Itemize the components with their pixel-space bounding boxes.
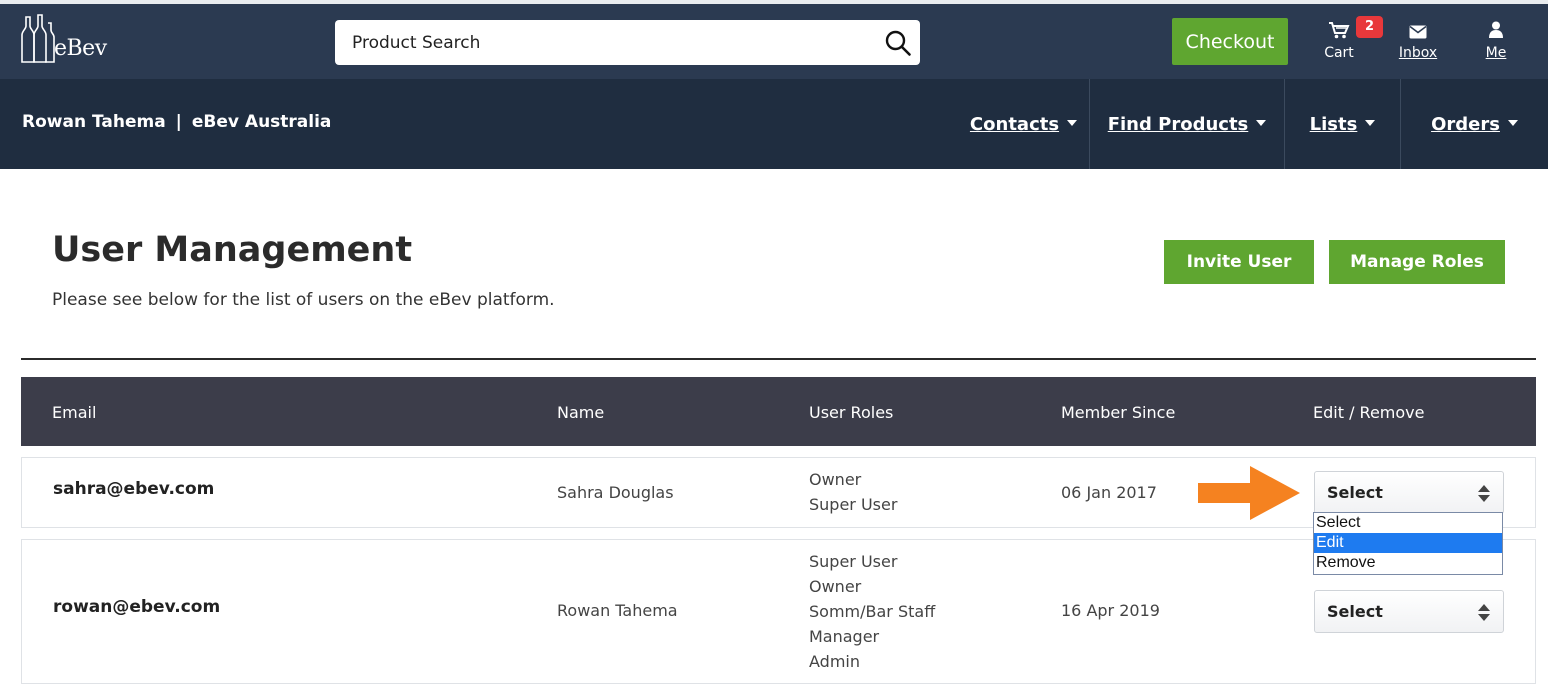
chevron-down-icon — [1067, 120, 1078, 126]
user-name: Rowan Tahema — [557, 601, 678, 620]
cart-link[interactable]: Cart — [1320, 21, 1358, 61]
role-item: Super User — [809, 495, 898, 514]
page-subtitle: Please see below for the list of users o… — [52, 290, 555, 310]
nav-orders[interactable]: Orders — [1400, 79, 1548, 169]
nav-lists[interactable]: Lists — [1284, 79, 1400, 169]
user-name: Sahra Douglas — [557, 483, 674, 502]
nav-orders-label: Orders — [1431, 113, 1500, 135]
role-item: Owner — [809, 470, 862, 489]
envelope-icon — [1409, 25, 1427, 39]
user-email: rowan@ebev.com — [53, 597, 221, 617]
nav-contacts-label: Contacts — [969, 113, 1060, 135]
account-info: Rowan Tahema | eBev Australia — [22, 112, 331, 132]
column-header-email: Email — [52, 403, 97, 422]
bottles-logo-icon — [21, 14, 55, 63]
search-icon[interactable] — [884, 29, 912, 57]
nav-lists-label: Lists — [1309, 113, 1358, 135]
top-bar: eBev Checkout Cart 2 Inbox Me — [0, 0, 1548, 79]
role-item: Owner — [809, 577, 862, 596]
account-nav-bar: Rowan Tahema | eBev Australia Contacts Fin… — [0, 79, 1548, 169]
select-updown-icon — [1478, 485, 1490, 503]
cart-label: Cart — [1324, 45, 1354, 61]
column-header-name: Name — [557, 403, 605, 422]
role-item: Super User — [809, 552, 898, 571]
role-item: Admin — [809, 652, 860, 671]
member-since: 06 Jan 2017 — [1061, 483, 1157, 502]
page-title: User Management — [52, 230, 413, 270]
invite-user-button[interactable]: Invite User — [1164, 240, 1314, 284]
chevron-down-icon — [1507, 120, 1518, 126]
me-label: Me — [1485, 45, 1507, 61]
account-user-name: Rowan Tahema — [22, 112, 166, 132]
users-table-header: Email Name User Roles Member Since Edit … — [21, 377, 1536, 446]
account-separator: | — [175, 112, 182, 132]
column-header-edit-remove: Edit / Remove — [1313, 403, 1425, 422]
inbox-link[interactable]: Inbox — [1396, 21, 1440, 61]
product-search — [335, 20, 920, 65]
edit-remove-select[interactable]: Select — [1314, 590, 1504, 633]
select-value: Select — [1327, 602, 1383, 621]
dropdown-option-select[interactable]: Select — [1314, 513, 1502, 533]
chevron-down-icon — [1256, 120, 1267, 126]
table-row: sahra@ebev.com Sahra Douglas Owner Super… — [21, 457, 1536, 528]
member-since: 16 Apr 2019 — [1061, 601, 1160, 620]
nav-contacts[interactable]: Contacts — [958, 79, 1089, 169]
edit-remove-dropdown-list: Select Edit Remove — [1313, 512, 1503, 575]
search-input[interactable] — [335, 20, 875, 65]
checkout-button[interactable]: Checkout — [1172, 18, 1288, 65]
user-icon — [1489, 21, 1503, 38]
ebev-logo[interactable]: eBev — [20, 14, 120, 68]
table-row: rowan@ebev.com Rowan Tahema Super User O… — [21, 539, 1536, 684]
nav-find-products[interactable]: Find Products — [1089, 79, 1284, 169]
profile-link[interactable]: Me — [1480, 21, 1512, 61]
column-header-user-roles: User Roles — [809, 403, 894, 422]
brand-name: eBev — [54, 36, 107, 61]
inbox-label: Inbox — [1398, 45, 1438, 61]
nav-find-products-label: Find Products — [1107, 113, 1249, 135]
select-value: Select — [1327, 483, 1383, 502]
annotation-arrow-icon — [1198, 466, 1300, 520]
dropdown-option-remove[interactable]: Remove — [1314, 553, 1502, 573]
cart-count-badge: 2 — [1356, 16, 1383, 38]
account-company: eBev Australia — [191, 112, 332, 132]
chevron-down-icon — [1365, 120, 1376, 126]
manage-roles-button[interactable]: Manage Roles — [1329, 240, 1505, 284]
user-roles: Super User Owner Somm/Bar Staff Manager … — [809, 549, 935, 674]
select-updown-icon — [1478, 604, 1490, 622]
edit-remove-select[interactable]: Select — [1314, 471, 1504, 514]
column-header-member-since: Member Since — [1061, 403, 1176, 422]
user-roles: Owner Super User — [809, 467, 897, 517]
cart-icon — [1329, 22, 1350, 39]
role-item: Manager — [809, 627, 880, 646]
dropdown-option-edit[interactable]: Edit — [1314, 533, 1502, 553]
role-item: Somm/Bar Staff — [809, 602, 936, 621]
divider — [21, 358, 1536, 360]
user-email: sahra@ebev.com — [53, 479, 215, 499]
